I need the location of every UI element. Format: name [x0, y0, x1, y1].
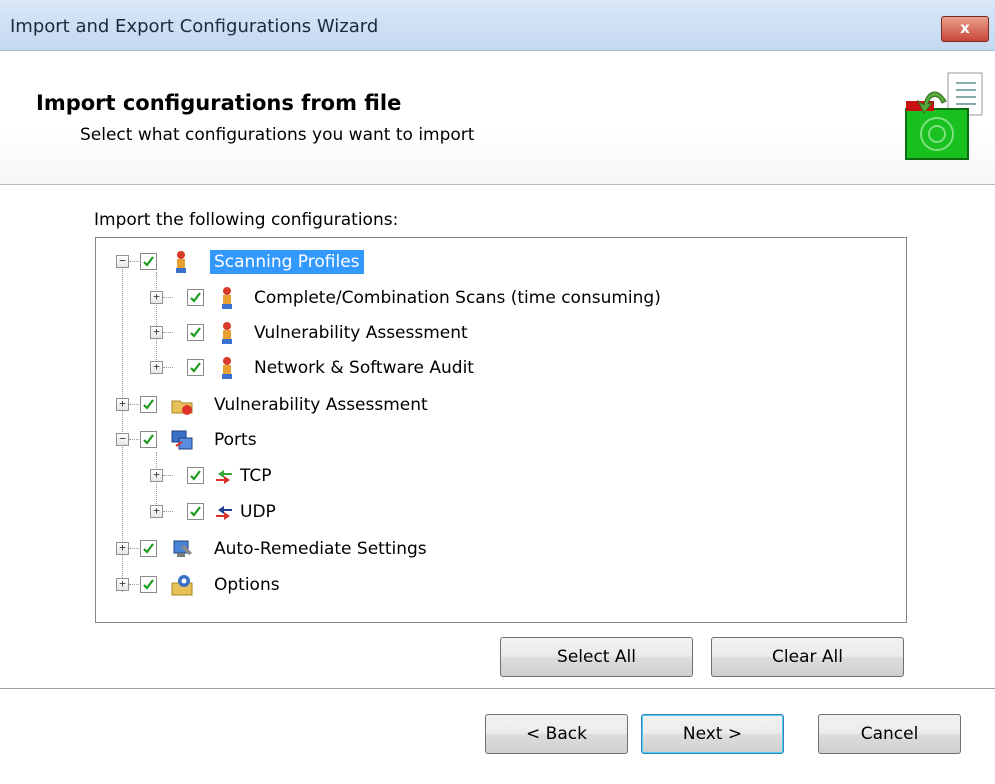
tree-node-label: Network & Software Audit [254, 358, 474, 378]
page-subtitle: Select what configurations you want to i… [80, 125, 475, 145]
checkmark-icon [190, 327, 201, 338]
tree-node-label: Options [214, 575, 280, 595]
tree-node-network-software-audit[interactable]: + Network & Software Audit [96, 354, 896, 382]
tree-node-auto-remediate-settings[interactable]: + Auto-Remediate Settings [96, 535, 896, 563]
close-icon: x [960, 19, 970, 37]
tree-node-label: Complete/Combination Scans (time consumi… [254, 288, 661, 308]
checkmark-icon [190, 506, 201, 517]
tree-node-complete-combination-scans[interactable]: + Complete/Combination Scans (time consu… [96, 284, 896, 312]
footer-separator [0, 688, 995, 690]
tree-node-label: TCP [240, 466, 272, 486]
checkbox-vulnerability-assessment-profile[interactable] [187, 324, 204, 341]
close-button[interactable]: x [941, 16, 989, 42]
collapse-icon[interactable]: − [116, 255, 129, 268]
tree-node-scanning-profiles[interactable]: − Scanning Profiles [96, 248, 896, 276]
configurations-caption: Import the following configurations: [94, 210, 399, 230]
select-all-button[interactable]: Select All [500, 637, 693, 677]
tree-node-vulnerability-assessment-profile[interactable]: + Vulnerability Assessment [96, 319, 896, 347]
page-title: Import configurations from file [36, 91, 402, 115]
tree-connector [163, 332, 173, 333]
checkbox-complete-combination-scans[interactable] [187, 289, 204, 306]
checkmark-icon [190, 362, 201, 373]
checkmark-icon [143, 579, 154, 590]
expand-icon[interactable]: + [150, 326, 163, 339]
scan-profile-icon [222, 357, 232, 379]
checkbox-tcp[interactable] [187, 467, 204, 484]
expand-icon[interactable]: + [150, 469, 163, 482]
checkmark-icon [143, 256, 154, 267]
options-gear-icon [171, 575, 193, 596]
collapse-icon[interactable]: − [116, 433, 129, 446]
import-config-graphic-icon [905, 72, 983, 160]
checkbox-ports[interactable] [140, 431, 157, 448]
tree-connector [163, 367, 173, 368]
expand-icon[interactable]: + [116, 578, 129, 591]
tree-connector [163, 297, 173, 298]
next-button[interactable]: Next > [641, 714, 784, 754]
tree-node-label: Vulnerability Assessment [254, 323, 468, 343]
tree-connector [163, 475, 173, 476]
checkmark-icon [190, 292, 201, 303]
tree-node-ports[interactable]: − Ports [96, 426, 896, 454]
checkbox-network-software-audit[interactable] [187, 359, 204, 376]
udp-arrows-icon [216, 506, 232, 520]
tree-node-tcp[interactable]: + TCP [96, 462, 896, 490]
checkmark-icon [143, 399, 154, 410]
checkbox-udp[interactable] [187, 503, 204, 520]
back-button[interactable]: < Back [485, 714, 628, 754]
tree-connector [129, 548, 139, 549]
wizard-header: Import configurations from file Select w… [0, 51, 995, 185]
checkmark-icon [190, 470, 201, 481]
checkbox-scanning-profiles[interactable] [140, 253, 157, 270]
expand-icon[interactable]: + [116, 398, 129, 411]
tree-node-label: Auto-Remediate Settings [214, 539, 427, 559]
tree-node-udp[interactable]: + UDP [96, 498, 896, 526]
configurations-tree[interactable]: − Scanning Profiles + Complete/Combinati… [95, 237, 907, 623]
checkbox-vulnerability-assessment[interactable] [140, 396, 157, 413]
tree-connector [163, 511, 173, 512]
ports-icon [171, 430, 193, 450]
tree-node-label: UDP [240, 502, 276, 522]
auto-remediate-icon [173, 540, 192, 557]
tree-node-label: Scanning Profiles [210, 250, 364, 274]
cancel-button[interactable]: Cancel [818, 714, 961, 754]
expand-icon[interactable]: + [150, 361, 163, 374]
expand-icon[interactable]: + [150, 291, 163, 304]
window-title: Import and Export Configurations Wizard [10, 16, 379, 37]
checkbox-options[interactable] [140, 576, 157, 593]
tree-node-label: Vulnerability Assessment [214, 395, 428, 415]
clear-all-button[interactable]: Clear All [711, 637, 904, 677]
scan-profile-icon [176, 251, 186, 273]
checkbox-auto-remediate-settings[interactable] [140, 540, 157, 557]
scan-profile-icon [222, 322, 232, 344]
vulnerability-icon [171, 400, 193, 415]
tree-node-vulnerability-assessment[interactable]: + Vulnerability Assessment [96, 391, 896, 419]
title-bar: Import and Export Configurations Wizard … [0, 0, 995, 51]
checkmark-icon [143, 434, 154, 445]
expand-icon[interactable]: + [116, 542, 129, 555]
tree-node-label: Ports [214, 430, 257, 450]
tcp-arrows-icon [216, 470, 232, 484]
scan-profile-icon [222, 287, 232, 309]
checkmark-icon [143, 543, 154, 554]
tree-connector [129, 404, 139, 405]
tree-connector [129, 261, 139, 262]
tree-connector [129, 584, 139, 585]
tree-node-options[interactable]: + Options [96, 571, 896, 599]
expand-icon[interactable]: + [150, 505, 163, 518]
tree-connector [129, 439, 139, 440]
